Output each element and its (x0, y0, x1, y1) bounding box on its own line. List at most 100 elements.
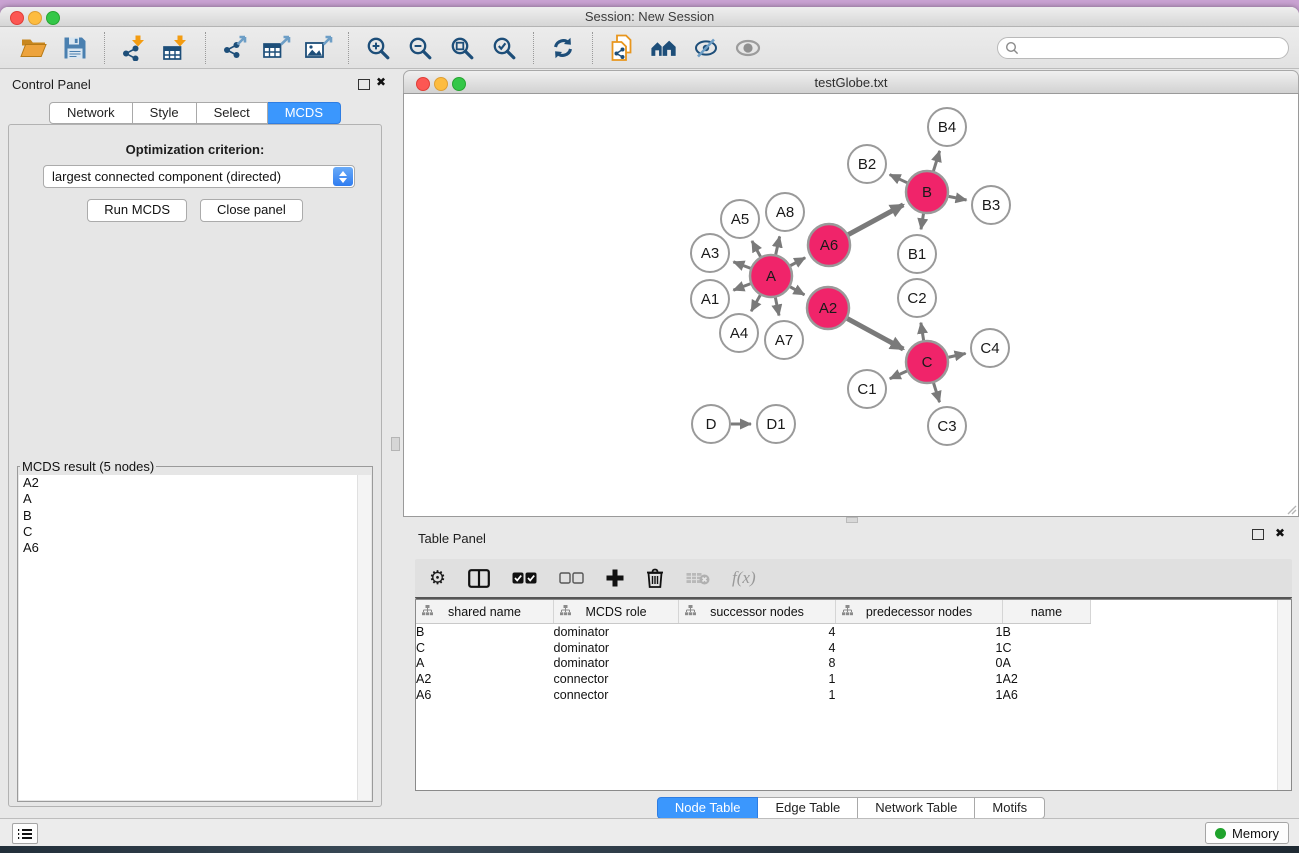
result-item[interactable]: A2 (19, 475, 371, 491)
result-item[interactable]: A (19, 491, 371, 507)
cell[interactable]: C (1003, 640, 1091, 656)
task-history-button[interactable] (12, 823, 38, 844)
edge-B-B4[interactable] (933, 151, 939, 171)
cell[interactable]: 4 (679, 624, 836, 640)
cell[interactable]: 1 (836, 640, 1003, 656)
cell[interactable]: 1 (679, 687, 836, 703)
first-neighbors-icon[interactable] (650, 34, 678, 62)
memory-button[interactable]: Memory (1205, 822, 1289, 844)
cell[interactable]: 1 (836, 671, 1003, 687)
tab-network-table[interactable]: Network Table (858, 797, 975, 819)
cell[interactable]: connector (554, 687, 679, 703)
tab-edge-table[interactable]: Edge Table (758, 797, 858, 819)
mcds-result-list[interactable]: A2ABCA6 (19, 475, 371, 800)
edge-A6-B[interactable] (848, 205, 903, 235)
table-row[interactable]: A6connector11A6 (416, 687, 1093, 703)
export-image-icon[interactable] (305, 34, 333, 62)
column-header-successor-nodes[interactable]: successor nodes (679, 600, 836, 624)
resize-grip-icon[interactable] (1285, 503, 1297, 515)
edge-C-C2[interactable] (921, 323, 924, 341)
select-all-columns-icon[interactable] (512, 572, 537, 584)
show-all-icon[interactable] (734, 34, 762, 62)
table-scrollbar[interactable] (1277, 600, 1291, 790)
tab-motifs[interactable]: Motifs (975, 797, 1045, 819)
cell[interactable]: A2 (416, 671, 554, 687)
cell[interactable]: 8 (679, 655, 836, 671)
edge-C-C3[interactable] (934, 383, 940, 402)
cell[interactable]: 1 (836, 687, 1003, 703)
tab-select[interactable]: Select (197, 102, 268, 124)
column-header-shared-name[interactable]: shared name (416, 600, 554, 624)
hide-selected-icon[interactable] (692, 34, 720, 62)
cell[interactable]: dominator (554, 640, 679, 656)
edge-B-B1[interactable] (921, 214, 924, 230)
edge-A-A7[interactable] (775, 298, 779, 316)
edge-C-C1[interactable] (890, 371, 907, 379)
edge-B-B3[interactable] (949, 196, 967, 200)
edge-A-A5[interactable] (752, 241, 761, 257)
import-network-icon[interactable] (120, 34, 148, 62)
cell[interactable]: B (416, 624, 554, 640)
edge-C-C4[interactable] (948, 353, 965, 357)
result-item[interactable]: C (19, 524, 371, 540)
cell[interactable]: A (416, 655, 554, 671)
table-row[interactable]: Bdominator41B (416, 624, 1093, 640)
split-panel-icon[interactable] (468, 569, 490, 588)
float-panel-icon[interactable] (358, 79, 370, 90)
clone-network-icon[interactable] (608, 34, 636, 62)
cell[interactable]: 4 (679, 640, 836, 656)
column-header-predecessor-nodes[interactable]: predecessor nodes (836, 600, 1003, 624)
function-builder-icon[interactable]: f(x) (732, 568, 756, 588)
cell[interactable]: 1 (836, 624, 1003, 640)
network-canvas[interactable]: B4B2BB3A8A5A6A3B1AA1C2A2A4A7C4CC1C3DD1 (403, 93, 1299, 517)
tab-node-table[interactable]: Node Table (657, 797, 759, 819)
table-row[interactable]: Cdominator41C (416, 640, 1093, 656)
settings-icon[interactable]: ⚙ (429, 569, 446, 588)
cell[interactable]: connector (554, 671, 679, 687)
table-row[interactable]: Adominator80A (416, 655, 1093, 671)
criterion-dropdown[interactable]: largest connected component (directed) (43, 165, 355, 188)
result-scrollbar[interactable] (357, 475, 371, 800)
cell[interactable]: A6 (416, 687, 554, 703)
edge-B-B2[interactable] (890, 175, 907, 183)
cell[interactable]: A2 (1003, 671, 1091, 687)
tab-style[interactable]: Style (133, 102, 197, 124)
cell[interactable]: A (1003, 655, 1091, 671)
search-input[interactable] (1019, 40, 1288, 56)
unselect-all-columns-icon[interactable] (559, 572, 584, 584)
horizontal-splitter-handle[interactable] (846, 517, 858, 523)
cell[interactable]: 0 (836, 655, 1003, 671)
cell[interactable]: 1 (679, 671, 836, 687)
open-session-icon[interactable] (19, 34, 47, 62)
delete-table-icon[interactable] (686, 571, 710, 585)
network-graph[interactable]: B4B2BB3A8A5A6A3B1AA1C2A2A4A7C4CC1C3DD1 (404, 94, 1298, 516)
cell[interactable]: dominator (554, 624, 679, 640)
tab-network[interactable]: Network (49, 102, 133, 124)
cell[interactable]: A6 (1003, 687, 1091, 703)
save-session-icon[interactable] (61, 34, 89, 62)
run-mcds-button[interactable]: Run MCDS (87, 199, 187, 222)
column-header-mcds-role[interactable]: MCDS role (554, 600, 679, 624)
cell[interactable]: dominator (554, 655, 679, 671)
result-item[interactable]: B (19, 508, 371, 524)
import-table-icon[interactable] (162, 34, 190, 62)
export-table-icon[interactable] (263, 34, 291, 62)
close-panel-button[interactable]: Close panel (200, 199, 303, 222)
zoom-selected-icon[interactable] (490, 34, 518, 62)
refresh-icon[interactable] (549, 34, 577, 62)
edge-A-A4[interactable] (751, 295, 760, 311)
float-table-panel-icon[interactable] (1252, 529, 1264, 540)
edge-A2-C[interactable] (847, 319, 903, 350)
close-panel-icon[interactable]: ✖ (376, 75, 386, 89)
zoom-out-icon[interactable] (406, 34, 434, 62)
table-row[interactable]: A2connector11A2 (416, 671, 1093, 687)
zoom-fit-icon[interactable] (448, 34, 476, 62)
create-column-icon[interactable] (606, 569, 624, 587)
tab-mcds[interactable]: MCDS (268, 102, 341, 124)
close-table-panel-icon[interactable]: ✖ (1275, 526, 1285, 540)
zoom-in-icon[interactable] (364, 34, 392, 62)
delete-columns-icon[interactable] (646, 568, 664, 588)
edge-A-A3[interactable] (733, 262, 750, 268)
edge-A-A6[interactable] (790, 258, 805, 266)
cell[interactable]: B (1003, 624, 1091, 640)
